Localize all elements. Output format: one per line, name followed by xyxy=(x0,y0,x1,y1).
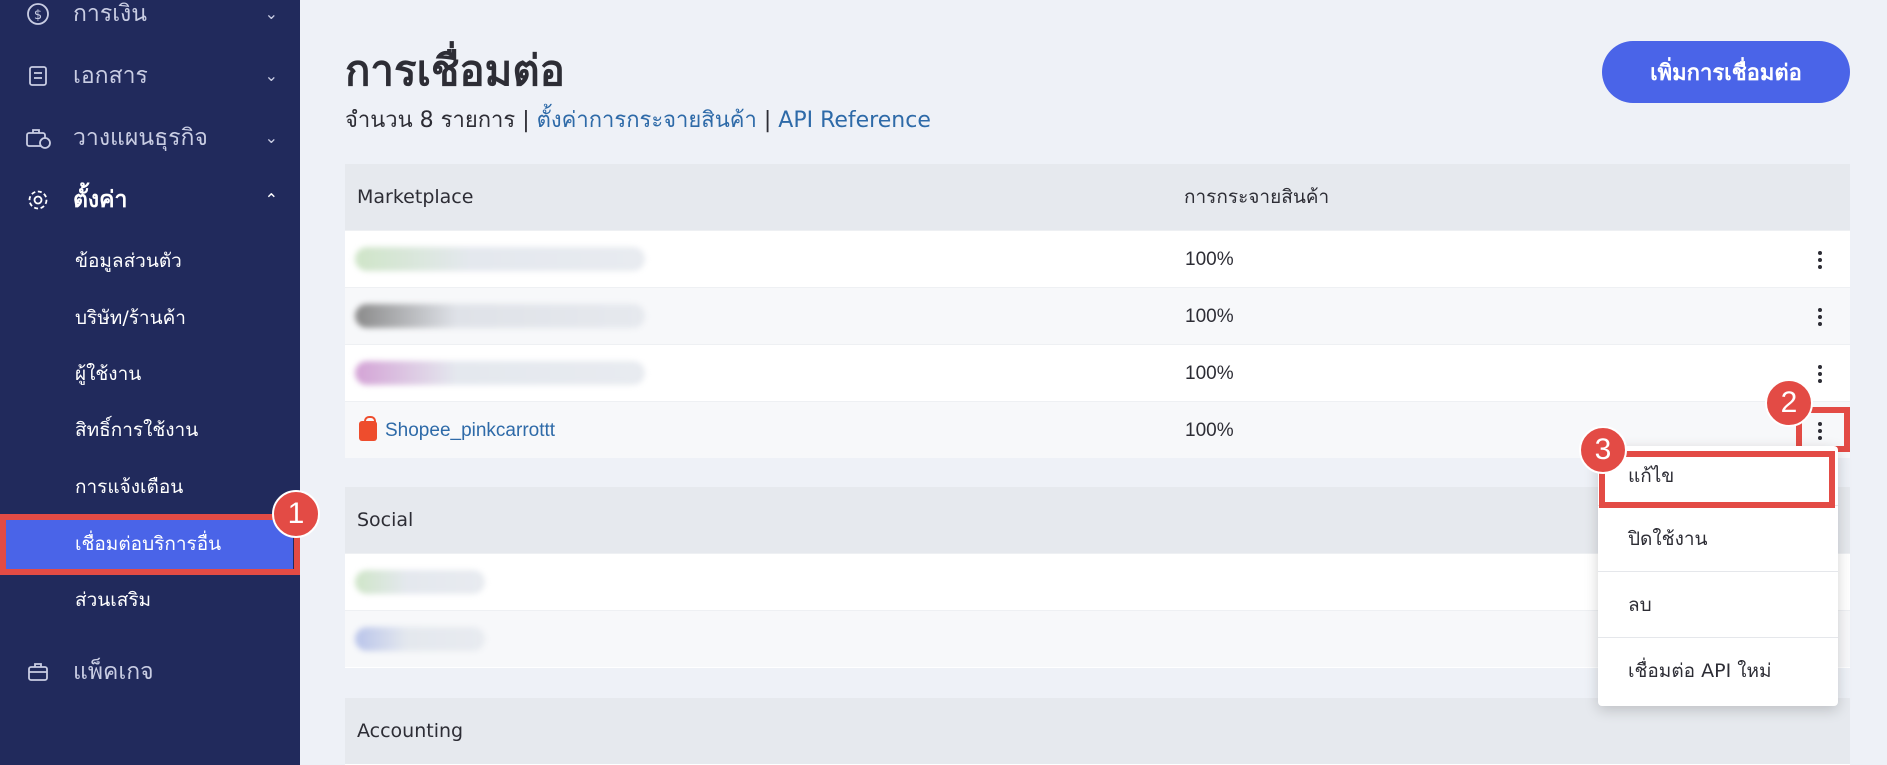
sidebar-item-label: เอกสาร xyxy=(73,63,148,89)
sidebar-item-planning[interactable]: วางแผนธุรกิจ ⌄ xyxy=(0,112,300,164)
accounting-header: Accounting xyxy=(345,698,1850,764)
chevron-up-icon: ⌃ xyxy=(264,192,278,209)
menu-item-disable[interactable]: ปิดใช้งาน xyxy=(1598,506,1838,572)
sidebar-subitem-label: เชื่อมต่อบริการอื่น xyxy=(75,533,222,555)
annotation-badge-3: 3 xyxy=(1579,426,1627,474)
store-name-cell[interactable]: Shopee_pinkcarrottt xyxy=(359,402,555,459)
sidebar-subitem-permissions[interactable]: สิทธิ์การใช้งาน xyxy=(0,404,300,456)
sidebar-subitem-label: ข้อมูลส่วนตัว xyxy=(75,250,182,272)
table-row: 100% xyxy=(345,344,1850,401)
sidebar-subitem-label: การแจ้งเตือน xyxy=(75,476,184,498)
sidebar: $ การเงิน ⌄ เอกสาร ⌄ วางแผนธุรกิจ ⌄ ตั้ง… xyxy=(0,0,300,765)
annotation-badge-1: 1 xyxy=(272,490,320,538)
row-menu-button[interactable] xyxy=(1808,303,1832,331)
sidebar-item-documents[interactable]: เอกสาร ⌄ xyxy=(0,50,300,102)
package-icon xyxy=(25,659,51,685)
sidebar-subitem-notifications[interactable]: การแจ้งเตือน xyxy=(0,461,300,513)
sidebar-item-label: แพ็คเกจ xyxy=(73,659,154,685)
marketplace-header: Marketplace การกระจายสินค้า xyxy=(345,164,1850,230)
row-context-menu: แก้ไข ปิดใช้งาน ลบ เชื่อมต่อ API ใหม่ xyxy=(1598,446,1838,706)
sidebar-item-package[interactable]: แพ็คเกจ xyxy=(0,646,300,698)
dollar-circle-icon: $ xyxy=(25,1,51,27)
svg-text:$: $ xyxy=(34,8,42,23)
store-name-link[interactable]: Shopee_pinkcarrottt xyxy=(385,420,555,442)
accounting-card: Accounting xyxy=(345,698,1850,765)
blurred-store-name xyxy=(355,247,645,271)
shopee-bag-icon xyxy=(359,415,377,441)
sidebar-subitem-label: ผู้ใช้งาน xyxy=(75,363,142,385)
row-menu-button[interactable] xyxy=(1808,417,1832,445)
sidebar-subitem-company[interactable]: บริษัท/ร้านค้า xyxy=(0,292,300,344)
annotation-badge-2: 2 xyxy=(1765,379,1813,427)
separator: | xyxy=(763,108,772,133)
menu-item-edit[interactable]: แก้ไข xyxy=(1598,446,1838,506)
social-title: Social xyxy=(357,509,414,531)
sidebar-subitem-users[interactable]: ผู้ใช้งาน xyxy=(0,348,300,400)
document-icon xyxy=(25,63,51,89)
page-subtitle: จำนวน 8 รายการ | ตั้งค่าการกระจายสินค้า … xyxy=(345,102,931,137)
column-header-marketplace: Marketplace xyxy=(357,186,474,208)
gear-icon xyxy=(25,187,51,213)
marketplace-card: Marketplace การกระจายสินค้า 100% 100% 10… xyxy=(345,164,1850,458)
blurred-store-name xyxy=(355,361,645,385)
sidebar-subitem-profile[interactable]: ข้อมูลส่วนตัว xyxy=(0,235,300,287)
chevron-down-icon: ⌄ xyxy=(264,6,278,23)
distribution-value: 100% xyxy=(1185,362,1234,384)
column-header-distribution: การกระจายสินค้า xyxy=(1184,186,1330,208)
sidebar-item-label: ตั้งค่า xyxy=(73,187,128,213)
blurred-store-name xyxy=(355,304,645,328)
accounting-title: Accounting xyxy=(357,720,464,742)
item-count: จำนวน 8 รายการ | xyxy=(345,108,530,133)
sidebar-subitem-label: บริษัท/ร้านค้า xyxy=(75,307,186,329)
blurred-social-name xyxy=(355,627,485,651)
row-menu-button[interactable] xyxy=(1808,246,1832,274)
add-connection-button[interactable]: เพิ่มการเชื่อมต่อ xyxy=(1602,41,1850,103)
sidebar-subitem-label: สิทธิ์การใช้งาน xyxy=(75,419,199,441)
table-row: 100% xyxy=(345,230,1850,287)
sidebar-subitem-addons[interactable]: ส่วนเสริม xyxy=(0,574,300,626)
row-menu-button[interactable] xyxy=(1808,360,1832,388)
sidebar-item-label: การเงิน xyxy=(73,1,148,27)
distribution-value: 100% xyxy=(1185,305,1234,327)
sidebar-item-settings[interactable]: ตั้งค่า ⌃ xyxy=(0,174,300,226)
menu-item-reconnect-api[interactable]: เชื่อมต่อ API ใหม่ xyxy=(1598,638,1838,704)
page-title: การเชื่อมต่อ xyxy=(345,46,565,95)
marketplace-rows: 100% 100% 100% Shopee_pinkcarrottt 100% xyxy=(345,230,1850,458)
sidebar-subitem-integrations[interactable]: เชื่อมต่อบริการอื่น xyxy=(6,518,293,570)
table-row: 100% xyxy=(345,287,1850,344)
blurred-social-name xyxy=(355,570,485,594)
chevron-down-icon: ⌄ xyxy=(264,130,278,147)
distribution-value: 100% xyxy=(1185,248,1234,270)
menu-item-delete[interactable]: ลบ xyxy=(1598,572,1838,638)
api-reference-link[interactable]: API Reference xyxy=(778,108,931,133)
sidebar-subitem-label: ส่วนเสริม xyxy=(75,589,152,611)
distribution-value: 100% xyxy=(1185,419,1234,441)
distribution-settings-link[interactable]: ตั้งค่าการกระจายสินค้า xyxy=(537,108,757,133)
sidebar-item-label: วางแผนธุรกิจ xyxy=(73,125,208,151)
briefcase-clock-icon xyxy=(25,125,51,151)
chevron-down-icon: ⌄ xyxy=(264,68,278,85)
sidebar-item-finance[interactable]: $ การเงิน ⌄ xyxy=(0,0,300,40)
